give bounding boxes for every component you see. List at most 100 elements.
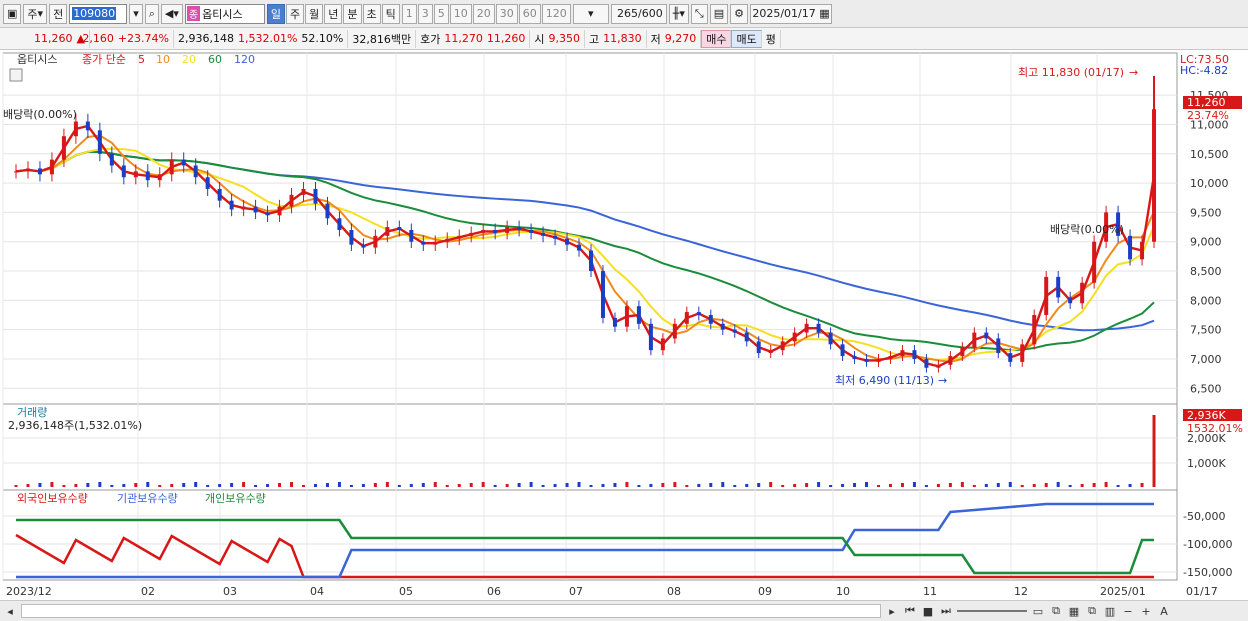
candle-body: [1080, 282, 1085, 304]
tab-interval-0[interactable]: 1: [401, 3, 417, 24]
tab-interval-4[interactable]: 20: [472, 3, 495, 24]
stock-name-field[interactable]: 종 옵티시스: [184, 3, 265, 24]
tab-interval-7[interactable]: 120: [541, 3, 571, 24]
volume-bar: [1104, 482, 1108, 487]
layout-icon-4[interactable]: ⧉: [1085, 604, 1099, 618]
tab-interval-2[interactable]: 5: [433, 3, 449, 24]
layout-icon-3[interactable]: ▦: [1067, 604, 1081, 618]
speaker-icon[interactable]: ◀▾: [160, 3, 183, 24]
holdings-tick-label: -100,000: [1183, 538, 1232, 551]
tab-period-0[interactable]: 일: [266, 3, 285, 24]
x-tick-label: 04: [310, 585, 324, 598]
candle-body: [73, 121, 78, 137]
volume-bar: [1068, 485, 1072, 487]
x-tick-label: 06: [487, 585, 501, 598]
tab-interval-1[interactable]: 3: [417, 3, 433, 24]
interval-tabs: 1 3 5 10 20 30 60 120: [401, 3, 571, 24]
candle-body: [433, 241, 438, 245]
period-tabs: 일주월년분초틱: [266, 3, 400, 24]
scroll-right-icon[interactable]: ▸: [885, 604, 899, 618]
sell-button[interactable]: 매도: [731, 29, 762, 48]
candle-body: [61, 136, 66, 160]
amount-text: 32,816백만: [348, 29, 417, 48]
stop-icon[interactable]: ■: [921, 604, 935, 618]
window-icon[interactable]: ▣: [3, 3, 22, 24]
candle-body: [1092, 241, 1097, 283]
volume-bar: [433, 482, 437, 487]
volume-bar: [1008, 482, 1012, 487]
layout-icon-1[interactable]: ▭: [1031, 604, 1045, 618]
tab-period-2[interactable]: 월: [305, 3, 324, 24]
layout-icon-5[interactable]: ▥: [1103, 604, 1117, 618]
tab-period-6[interactable]: 틱: [381, 3, 400, 24]
y-tick-label: 7,500: [1190, 324, 1222, 337]
volume-bar: [709, 483, 713, 487]
search-icon[interactable]: ⌕: [144, 3, 159, 24]
code-dropdown-icon[interactable]: ▾: [129, 3, 143, 24]
volume-bar: [1128, 484, 1132, 487]
stock-chart: 11,50011,00010,50010,0009,5009,0008,5008…: [2, 52, 1243, 598]
candle-body: [612, 317, 617, 327]
tab-interval-5[interactable]: 30: [495, 3, 518, 24]
open-price: 시 9,350: [530, 29, 585, 48]
volume-bar: [793, 484, 797, 487]
volume-bar: [972, 485, 976, 487]
market-select[interactable]: 주 ▾: [23, 3, 48, 24]
volume-bar: [194, 482, 198, 487]
tab-period-1[interactable]: 주: [286, 3, 305, 24]
candle-body: [876, 358, 881, 362]
gear-icon[interactable]: ⚙: [730, 3, 748, 24]
tab-period-3[interactable]: 년: [324, 3, 343, 24]
zoom-in-icon[interactable]: +: [1139, 604, 1153, 618]
date-field[interactable]: 2025/01/17 ▦: [750, 3, 832, 24]
grid-settings-icon[interactable]: [9, 68, 23, 82]
last-page-icon[interactable]: ⏭: [939, 604, 953, 618]
volume-bar: [1056, 482, 1060, 487]
individual-holdings-label: 개인보유수량: [205, 492, 266, 505]
scroll-left-icon[interactable]: ◂: [3, 604, 17, 618]
tab-interval-6[interactable]: 60: [518, 3, 541, 24]
save-icon[interactable]: ▤: [709, 3, 729, 24]
layout-icon-2[interactable]: ⧉: [1049, 604, 1063, 618]
candle-body: [636, 306, 641, 324]
candle-body: [313, 188, 318, 204]
volume-tick-label: 1,000K: [1187, 457, 1226, 470]
last-pct-text: 23.74%: [1187, 109, 1229, 122]
prev-button[interactable]: 전: [49, 3, 68, 24]
tab-period-4[interactable]: 분: [343, 3, 362, 24]
volume-bar: [996, 483, 1000, 487]
first-page-icon[interactable]: ⏮: [903, 604, 917, 618]
candle-body: [349, 230, 354, 245]
volume-bar: [349, 485, 353, 487]
zoom-slider[interactable]: [957, 610, 1027, 612]
stock-code-input[interactable]: 109080: [69, 3, 128, 24]
candle-body: [1020, 344, 1025, 362]
font-size-icon[interactable]: A: [1157, 604, 1171, 618]
zoom-out-icon[interactable]: −: [1121, 604, 1135, 618]
x-tick-label: 05: [399, 585, 413, 598]
buy-button[interactable]: 매수: [701, 29, 732, 48]
candle-body: [900, 350, 905, 357]
candle-body: [565, 238, 570, 245]
volume-bar: [170, 484, 174, 487]
volume-bar: [146, 482, 150, 487]
y-tick-label: 9,500: [1190, 206, 1222, 219]
eval-button[interactable]: 평: [762, 29, 781, 48]
x-tick-label: 03: [223, 585, 237, 598]
main-toolbar: ▣ 주 ▾ 전 109080 ▾ ⌕ ◀▾ 종 옵티시스 일주월년분초틱 1 3 5 10…: [0, 0, 1248, 28]
interval-dropdown[interactable]: ▾: [572, 3, 609, 24]
hc-label: HC:-4.82: [1180, 64, 1228, 77]
volume-bar: [565, 483, 569, 487]
candle-body: [505, 227, 510, 233]
tab-period-5[interactable]: 초: [362, 3, 381, 24]
tab-interval-3[interactable]: 10: [449, 3, 472, 24]
candle-type-icon[interactable]: ╫▾: [668, 3, 689, 24]
current-price: 11,260 ▲: [0, 29, 90, 48]
volume-bar: [302, 485, 305, 487]
candle-body: [517, 227, 522, 230]
candle-body: [948, 356, 953, 365]
count-field[interactable]: 265/600: [610, 3, 667, 24]
candle-body: [792, 332, 797, 342]
draw-tool-icon[interactable]: ⤡: [690, 3, 708, 24]
scroll-track[interactable]: [21, 604, 881, 618]
